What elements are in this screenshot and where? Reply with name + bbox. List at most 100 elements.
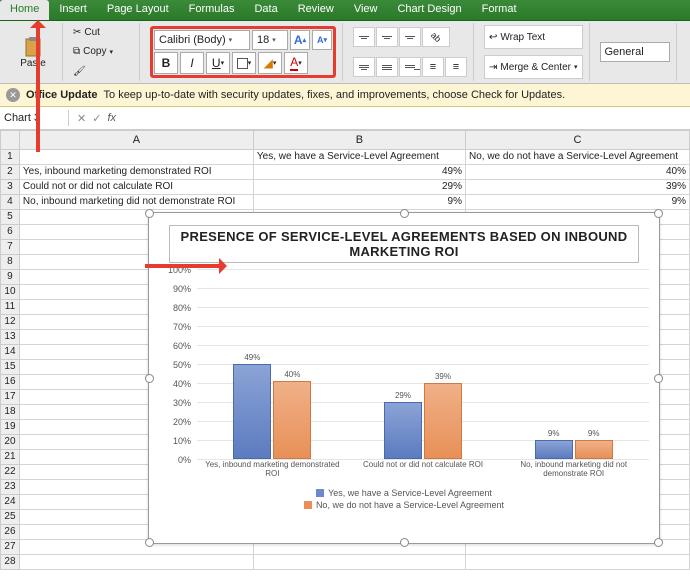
cell[interactable]	[466, 555, 690, 570]
chart-title[interactable]: PRESENCE OF SERVICE-LEVEL AGREEMENTS BAS…	[169, 225, 639, 263]
indent-decrease-button[interactable]: ≡	[422, 57, 444, 77]
orientation-button[interactable]: ab	[422, 27, 450, 47]
col-header-a[interactable]: A	[20, 130, 254, 150]
align-left-button[interactable]	[353, 57, 375, 77]
cell[interactable]: 9%	[254, 195, 466, 210]
row-header[interactable]: 16	[0, 375, 20, 390]
fx-icon[interactable]: fx	[107, 112, 116, 125]
worksheet[interactable]: A B C 1 Yes, we have a Service-Level Agre…	[0, 130, 690, 570]
select-all-corner[interactable]	[0, 130, 20, 150]
row-header[interactable]: 19	[0, 420, 20, 435]
wrap-text-button[interactable]: ↩Wrap Text	[484, 25, 583, 49]
resize-handle[interactable]	[145, 209, 154, 218]
chart-bar[interactable]: 29%	[384, 402, 422, 459]
row-header[interactable]: 12	[0, 315, 20, 330]
font-name-select[interactable]: Calibri (Body)▾	[154, 30, 250, 50]
font-color-button[interactable]: A▾	[284, 52, 308, 74]
row-header[interactable]: 7	[0, 240, 20, 255]
fill-color-button[interactable]: ◢▾	[258, 52, 282, 74]
cell[interactable]	[20, 555, 254, 570]
tab-view[interactable]: View	[344, 0, 388, 20]
row-header[interactable]: 24	[0, 495, 20, 510]
merge-center-button[interactable]: ⇥Merge & Center▾	[484, 55, 583, 79]
chart-bar[interactable]: 49%	[233, 364, 271, 459]
row-header[interactable]: 9	[0, 270, 20, 285]
align-top-button[interactable]	[353, 27, 375, 47]
row-header[interactable]: 8	[0, 255, 20, 270]
cut-button[interactable]: ✂Cut	[73, 27, 133, 38]
row-header[interactable]: 20	[0, 435, 20, 450]
cell[interactable]	[254, 555, 466, 570]
underline-button[interactable]: U▾	[206, 52, 230, 74]
paste-button[interactable]: Paste	[10, 36, 56, 69]
cancel-icon[interactable]: ✕	[77, 112, 86, 125]
cell[interactable]: No, inbound marketing did not demonstrat…	[20, 195, 254, 210]
row-header[interactable]: 26	[0, 525, 20, 540]
resize-handle[interactable]	[654, 538, 663, 547]
enter-icon[interactable]: ✓	[92, 112, 101, 125]
row-header[interactable]: 3	[0, 180, 20, 195]
resize-handle[interactable]	[145, 538, 154, 547]
row-header[interactable]: 10	[0, 285, 20, 300]
chart-bar[interactable]: 39%	[424, 383, 462, 459]
cell[interactable]: Yes, inbound marketing demonstrated ROI	[20, 165, 254, 180]
tab-review[interactable]: Review	[288, 0, 344, 20]
row-header[interactable]: 21	[0, 450, 20, 465]
name-box[interactable]: Chart 3	[0, 110, 69, 126]
indent-increase-button[interactable]: ≡	[445, 57, 467, 77]
tab-page-layout[interactable]: Page Layout	[97, 0, 179, 20]
copy-button[interactable]: ⧉Copy▾	[73, 46, 133, 57]
row-header[interactable]: 28	[0, 555, 20, 570]
resize-handle[interactable]	[145, 374, 154, 383]
row-header[interactable]: 5	[0, 210, 20, 225]
col-header-b[interactable]: B	[254, 130, 466, 150]
cell[interactable]: 49%	[254, 165, 466, 180]
italic-button[interactable]: I	[180, 52, 204, 74]
row-header[interactable]: 6	[0, 225, 20, 240]
row-header[interactable]: 18	[0, 405, 20, 420]
row-header[interactable]: 23	[0, 480, 20, 495]
number-format-select[interactable]: General	[600, 42, 670, 62]
row-header[interactable]: 1	[0, 150, 20, 165]
align-right-button[interactable]	[399, 57, 421, 77]
row-header[interactable]: 22	[0, 465, 20, 480]
row-header[interactable]: 25	[0, 510, 20, 525]
row-header[interactable]: 4	[0, 195, 20, 210]
shrink-font-button[interactable]: A▾	[312, 30, 332, 50]
cell[interactable]: 39%	[466, 180, 690, 195]
row-header[interactable]: 11	[0, 300, 20, 315]
cell[interactable]: Yes, we have a Service-Level Agreement	[254, 150, 466, 165]
tab-format[interactable]: Format	[472, 0, 527, 20]
font-size-select[interactable]: 18▾	[252, 30, 288, 50]
row-header[interactable]: 27	[0, 540, 20, 555]
row-header[interactable]: 13	[0, 330, 20, 345]
row-header[interactable]: 15	[0, 360, 20, 375]
chart-bar[interactable]: 9%	[575, 440, 613, 459]
align-bottom-button[interactable]	[399, 27, 421, 47]
resize-handle[interactable]	[654, 374, 663, 383]
resize-handle[interactable]	[400, 209, 409, 218]
resize-handle[interactable]	[400, 538, 409, 547]
resize-handle[interactable]	[654, 209, 663, 218]
row-header[interactable]: 2	[0, 165, 20, 180]
cell[interactable]: 29%	[254, 180, 466, 195]
tab-data[interactable]: Data	[244, 0, 287, 20]
row-header[interactable]: 17	[0, 390, 20, 405]
bold-button[interactable]: B	[154, 52, 178, 74]
grow-font-button[interactable]: A▴	[290, 30, 310, 50]
cell[interactable]: Could not or did not calculate ROI	[20, 180, 254, 195]
close-icon[interactable]: ✕	[6, 88, 20, 102]
border-button[interactable]: ▾	[232, 52, 256, 74]
cell[interactable]: 9%	[466, 195, 690, 210]
row-header[interactable]: 14	[0, 345, 20, 360]
col-header-c[interactable]: C	[466, 130, 690, 150]
chart-bar[interactable]: 40%	[273, 381, 311, 459]
chart-plot-area[interactable]: 100%90%80%70%60%50%40%30%20%10%0%49%40%2…	[197, 269, 649, 459]
cell[interactable]: 40%	[466, 165, 690, 180]
tab-chart-design[interactable]: Chart Design	[387, 0, 471, 20]
tab-formulas[interactable]: Formulas	[179, 0, 245, 20]
align-center-button[interactable]	[376, 57, 398, 77]
align-middle-button[interactable]	[376, 27, 398, 47]
cell[interactable]	[20, 150, 254, 165]
tab-insert[interactable]: Insert	[49, 0, 97, 20]
